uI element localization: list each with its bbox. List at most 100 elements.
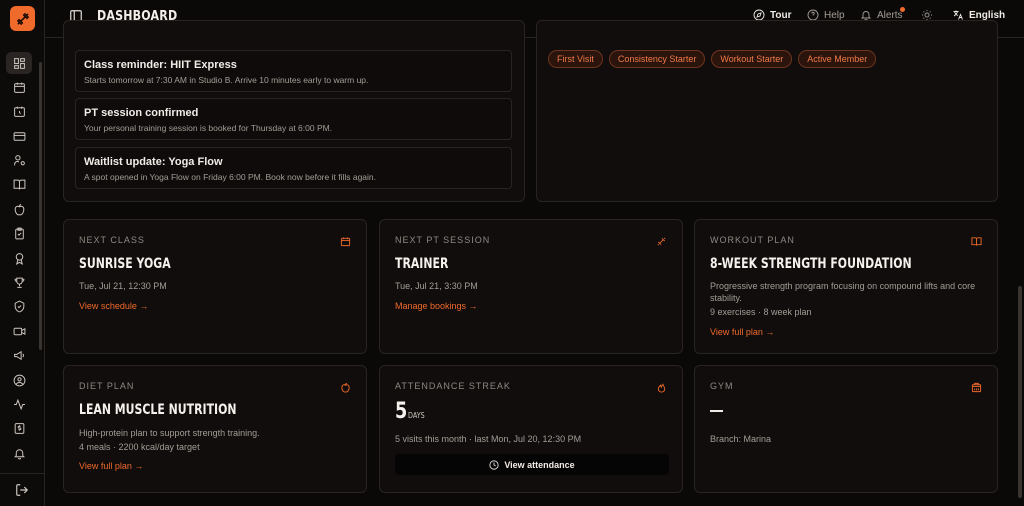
achievement-badge: Consistency Starter <box>608 50 706 68</box>
main-scrollbar[interactable] <box>1018 286 1022 498</box>
next-pt-card: NEXT PT SESSION TRAINER Tue, Jul 21, 3:3… <box>379 219 683 354</box>
notification-item[interactable]: PT session confirmed Your personal train… <box>75 98 512 140</box>
help-label: Help <box>824 9 845 21</box>
sidebar-item-videos[interactable] <box>6 320 32 342</box>
sidebar <box>0 0 45 506</box>
card-label: ATTENDANCE STREAK <box>395 381 511 391</box>
achievement-badge: Workout Starter <box>711 50 793 68</box>
sidebar-divider <box>0 473 45 474</box>
next-class-card: NEXT CLASS SUNRISE YOGA Tue, Jul 21, 12:… <box>63 219 367 354</box>
sidebar-nav <box>6 52 32 467</box>
badge-icon <box>14 300 24 313</box>
card-label: NEXT PT SESSION <box>395 235 491 245</box>
book-open-icon <box>971 234 982 246</box>
manage-bookings-link[interactable]: Manage bookings → <box>395 301 478 311</box>
notification-item[interactable]: Class reminder: HIIT Express Starts tomo… <box>75 50 512 92</box>
sidebar-item-schedule[interactable] <box>6 101 32 123</box>
sidebar-item-trainers[interactable] <box>6 150 32 172</box>
video-icon <box>13 327 25 336</box>
card-description: Progressive strength program focusing on… <box>710 281 976 303</box>
building-icon <box>971 380 982 393</box>
gym-card: GYM Branch: Marina <box>694 365 998 493</box>
sidebar-item-notifications[interactable] <box>6 442 32 464</box>
language-label: English <box>969 9 1006 21</box>
sidebar-scrollbar[interactable] <box>39 62 42 350</box>
user-cog-icon <box>13 155 25 166</box>
view-attendance-label: View attendance <box>504 459 575 470</box>
achievement-badge: First Visit <box>548 50 603 68</box>
bell-icon <box>13 449 25 460</box>
megaphone-icon <box>13 351 24 361</box>
alerts-label: Alerts <box>877 9 903 21</box>
sidebar-item-calendar[interactable] <box>6 76 32 98</box>
view-attendance-button[interactable]: View attendance <box>395 454 669 475</box>
clipboard-icon <box>14 227 24 240</box>
notification-title: PT session confirmed <box>84 107 199 119</box>
calendar-clock-icon <box>13 106 25 118</box>
book-open-icon <box>13 180 25 190</box>
achievement-badge: Active Member <box>798 50 877 68</box>
sidebar-item-billing[interactable] <box>6 418 32 440</box>
sidebar-item-tasks[interactable] <box>6 223 32 245</box>
dashboard-icon <box>13 57 25 69</box>
card-title: TRAINER <box>395 256 449 272</box>
diet-plan-card: DIET PLAN LEAN MUSCLE NUTRITION High-pro… <box>63 365 367 493</box>
alerts-unread-dot <box>900 7 905 12</box>
user-circle-icon <box>13 374 25 386</box>
streak-value: 5 <box>395 399 408 424</box>
achievement-badges: First Visit Consistency Starter Workout … <box>548 50 877 68</box>
notification-body: Starts tomorrow at 7:30 AM in Studio B. … <box>84 75 369 85</box>
card-meta: 9 exercises · 8 week plan <box>710 307 812 317</box>
card-label: WORKOUT PLAN <box>710 235 795 245</box>
notification-body: Your personal training session is booked… <box>84 123 333 133</box>
award-icon <box>15 252 23 265</box>
streak-unit: DAYS <box>408 411 425 420</box>
sidebar-item-payments[interactable] <box>6 125 32 147</box>
sidebar-item-workouts[interactable] <box>6 174 32 196</box>
card-label: NEXT CLASS <box>79 235 145 245</box>
app-logo-icon[interactable] <box>10 6 35 31</box>
sidebar-item-awards[interactable] <box>6 247 32 269</box>
tour-label: Tour <box>770 9 792 21</box>
card-label: DIET PLAN <box>79 381 135 391</box>
card-time: Tue, Jul 21, 3:30 PM <box>395 281 478 291</box>
sidebar-item-dashboard[interactable] <box>6 52 32 74</box>
card-meta: 4 meals · 2200 kcal/day target <box>79 442 200 452</box>
apple-icon <box>340 380 351 393</box>
calendar-icon <box>340 234 351 247</box>
card-description: High-protein plan to support strength tr… <box>79 428 260 438</box>
clock-icon <box>489 459 499 470</box>
sidebar-item-leaderboard[interactable] <box>6 272 32 294</box>
sidebar-item-profile[interactable] <box>6 369 32 391</box>
activity-icon <box>13 398 25 411</box>
dumbbell-icon <box>656 234 667 246</box>
attendance-streak-card: ATTENDANCE STREAK 5 DAYS 5 visits this m… <box>379 365 683 493</box>
sidebar-item-announcements[interactable] <box>6 345 32 367</box>
notification-title: Waitlist update: Yoga Flow <box>84 156 223 168</box>
apple-icon <box>14 203 24 216</box>
card-title: SUNRISE YOGA <box>79 256 171 272</box>
notification-item[interactable]: Waitlist update: Yoga Flow A spot opened… <box>75 147 512 189</box>
workout-plan-card: WORKOUT PLAN 8-WEEK STRENGTH FOUNDATION … <box>694 219 998 354</box>
view-diet-plan-link[interactable]: View full plan → <box>79 461 143 471</box>
credit-card-icon <box>13 131 25 141</box>
sidebar-item-activity[interactable] <box>6 393 32 415</box>
dollar-icon <box>14 423 24 435</box>
sidebar-item-membership[interactable] <box>6 296 32 318</box>
flame-icon <box>656 380 667 393</box>
card-label: GYM <box>710 381 734 391</box>
calendar-icon <box>13 82 25 93</box>
card-title: 8-WEEK STRENGTH FOUNDATION <box>710 256 912 272</box>
notification-title: Class reminder: HIIT Express <box>84 59 237 71</box>
card-time: Tue, Jul 21, 12:30 PM <box>79 281 167 291</box>
card-title: LEAN MUSCLE NUTRITION <box>79 402 237 418</box>
trophy-icon <box>14 277 24 288</box>
sidebar-item-diet[interactable] <box>6 198 32 220</box>
gym-branch: Branch: Marina <box>710 434 772 444</box>
streak-meta: 5 visits this month · last Mon, Jul 20, … <box>395 434 582 444</box>
logout-icon[interactable] <box>15 483 29 497</box>
achievements-card <box>536 20 998 202</box>
view-schedule-link[interactable]: View schedule → <box>79 301 148 311</box>
view-workout-plan-link[interactable]: View full plan → <box>710 327 774 337</box>
notification-body: A spot opened in Yoga Flow on Friday 6:0… <box>84 172 377 182</box>
